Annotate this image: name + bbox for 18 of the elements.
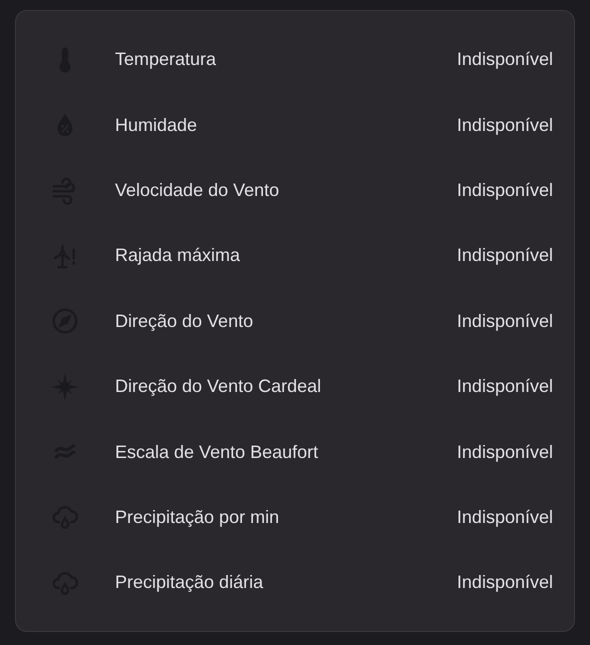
sensor-state: Indisponível xyxy=(456,506,553,529)
sensor-name: Escala de Vento Beaufort xyxy=(115,440,318,464)
sensor-state: Indisponível xyxy=(456,114,553,137)
sensor-name: Velocidade do Vento xyxy=(115,178,280,202)
sensor-state: Indisponível xyxy=(456,48,553,72)
sensor-state: Indisponível xyxy=(456,571,553,594)
sensor-name: Direção do Vento Cardeal xyxy=(115,375,322,398)
sensor-name: Rajada máxima xyxy=(115,244,240,268)
sensor-state: Indisponível xyxy=(456,178,553,202)
sensor-state: Indisponível xyxy=(456,440,553,464)
sensor-name: Temperatura xyxy=(115,48,216,72)
sensor-state: Indisponível xyxy=(456,375,553,398)
sensor-name: Direção do Vento xyxy=(115,310,254,333)
sensor-name: Precipitação diária xyxy=(115,571,264,594)
sensor-name: Humidade xyxy=(115,114,198,137)
sensor-name: Precipitação por min xyxy=(115,506,280,529)
sensor-state: Indisponível xyxy=(456,244,553,268)
sensor-state: Indisponível xyxy=(456,310,553,333)
